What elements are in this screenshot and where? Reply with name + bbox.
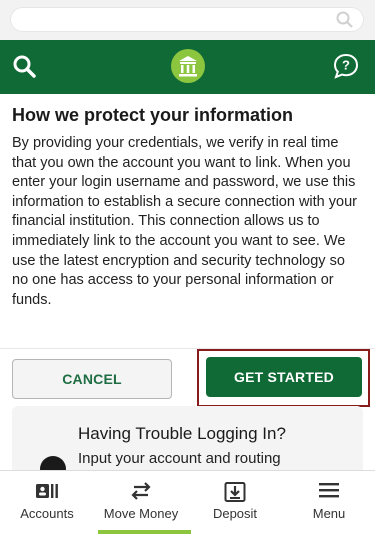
info-body-text: By providing your credentials, we verify… — [12, 135, 357, 308]
nav-item-move-money[interactable]: Move Money — [94, 471, 188, 536]
hamburger-icon — [319, 483, 339, 498]
browser-top-bar — [0, 0, 375, 40]
nav-label: Menu — [312, 506, 346, 521]
nav-label: Accounts — [20, 506, 74, 521]
bank-logo-icon — [171, 49, 205, 83]
cancel-button[interactable]: CANCEL — [12, 359, 172, 399]
trouble-title: Having Trouble Logging In? — [78, 424, 286, 443]
transfer-arrows-icon — [131, 482, 151, 500]
nav-label: Move Money — [103, 506, 179, 521]
get-started-button[interactable]: GET STARTED — [206, 357, 362, 397]
search-input[interactable] — [10, 7, 364, 32]
active-tab-indicator — [98, 530, 191, 534]
info-content: How we protect your information By provi… — [12, 104, 364, 310]
trouble-text: Input your account and routing — [78, 450, 281, 467]
nav-item-menu[interactable]: Menu — [282, 471, 375, 536]
search-icon — [336, 11, 353, 28]
svg-text:?: ? — [342, 58, 350, 73]
app-header: ? — [0, 40, 375, 94]
deposit-icon — [224, 482, 246, 502]
bottom-nav: Accounts Move Money Deposit Menu — [0, 470, 375, 536]
accounts-icon — [36, 484, 58, 498]
help-chat-icon[interactable]: ? — [333, 53, 359, 79]
nav-item-accounts[interactable]: Accounts — [0, 471, 94, 536]
action-bar: CANCEL GET STARTED — [0, 348, 375, 409]
nav-item-deposit[interactable]: Deposit — [188, 471, 282, 536]
page-title: How we protect your information — [12, 105, 294, 125]
nav-label: Deposit — [212, 506, 258, 521]
search-icon[interactable] — [12, 54, 38, 80]
